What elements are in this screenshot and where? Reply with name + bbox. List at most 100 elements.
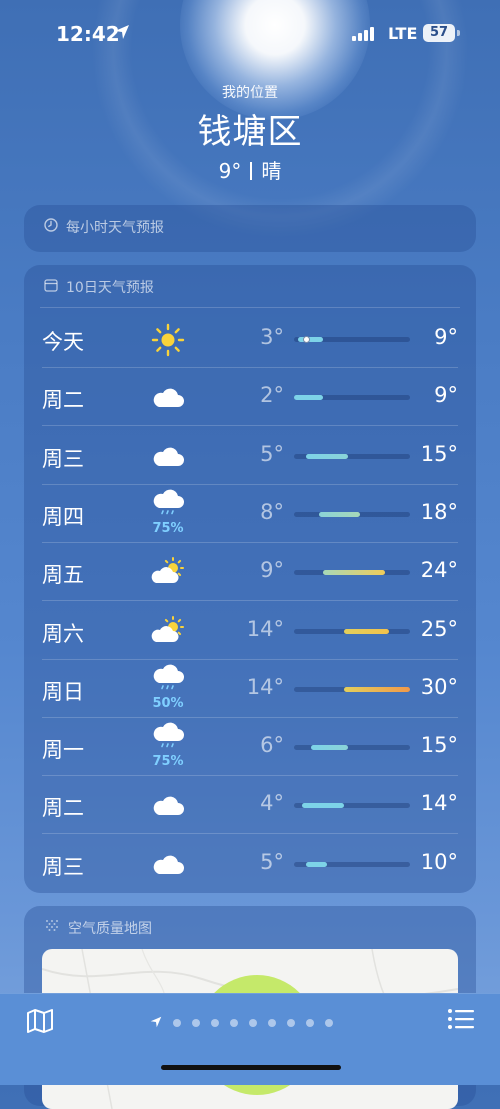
forecast-day: 周日: [42, 679, 84, 704]
low-temp: 2°: [260, 383, 284, 408]
page-dot[interactable]: [268, 1018, 276, 1027]
clock-icon: [44, 218, 58, 236]
temp-range-bar: [323, 570, 386, 576]
temp-range-bar: [343, 628, 390, 634]
temp-range-bar: [298, 337, 323, 342]
low-temp: 3°: [260, 325, 284, 349]
cloud-icon: [148, 786, 188, 826]
cloud-icon: [148, 845, 188, 885]
partly-cloudy-icon: [148, 553, 188, 593]
temp-range-bar: [306, 453, 348, 459]
forecast-row[interactable]: 周四 75% 8° 18°: [24, 485, 476, 543]
location-header: 我的位置 钱塘区 9° 晴: [0, 82, 500, 184]
low-temp: 14°: [246, 616, 284, 641]
temp-range-bar: [302, 803, 344, 809]
city-name: 钱塘区: [197, 112, 303, 152]
list-icon[interactable]: [447, 1008, 475, 1034]
precip-chance: 75%: [152, 754, 184, 770]
temp-range-track: [294, 861, 410, 867]
home-indicator[interactable]: [161, 1065, 341, 1070]
forecast-row[interactable]: 周六 14° 25°: [24, 602, 476, 660]
forecast-day: 周二: [42, 388, 84, 413]
page-dot[interactable]: [287, 1018, 295, 1027]
daily-card-title: 10日天气预报: [66, 280, 154, 296]
hourly-card-title: 每小时天气预报: [66, 220, 164, 236]
page-dot[interactable]: [230, 1018, 238, 1027]
aq-card-header: 空气质量地图: [44, 918, 152, 938]
current-temp: 9°: [218, 159, 242, 183]
forecast-row[interactable]: 周日 50% 14° 30°: [24, 660, 476, 718]
temp-range-track: [294, 511, 410, 517]
status-time: 12:42: [56, 22, 120, 46]
aq-card-title: 空气质量地图: [68, 921, 152, 937]
calendar-icon: [44, 278, 58, 296]
sun-icon: [148, 320, 188, 360]
temp-range-bar: [306, 861, 328, 867]
temp-range-track: [294, 336, 410, 343]
precip-chance: 50%: [152, 695, 184, 711]
forecast-row[interactable]: 周二 4° 14°: [24, 776, 476, 835]
network-type: LTE: [388, 24, 418, 43]
battery-cap: [457, 30, 460, 36]
signal-icon: [352, 26, 378, 45]
current-condition: 晴: [261, 159, 282, 183]
page-indicator[interactable]: [150, 1013, 333, 1032]
temp-range-bar: [343, 686, 410, 692]
low-temp: 8°: [260, 499, 284, 524]
page-dot[interactable]: [173, 1018, 181, 1027]
page-dot[interactable]: [325, 1018, 333, 1027]
air-quality-icon: [44, 918, 60, 938]
location-arrow-icon: [114, 24, 130, 44]
forecast-day: 周一: [42, 738, 84, 763]
temp-range-bar: [318, 511, 361, 517]
temp-range-bar: [310, 745, 348, 751]
current-temp-dot: [302, 336, 310, 343]
location-arrow-icon: [150, 1013, 162, 1032]
high-temp: 15°: [420, 733, 458, 758]
low-temp: 4°: [260, 791, 284, 816]
forecast-day: 今天: [42, 330, 84, 354]
high-temp: 18°: [420, 499, 458, 524]
forecast-day: 周五: [42, 563, 84, 588]
forecast-row[interactable]: 周二 2° 9°: [24, 368, 476, 427]
temp-range-track: [294, 453, 410, 459]
high-temp: 15°: [420, 441, 458, 466]
forecast-row[interactable]: 周五 9° 24°: [24, 543, 476, 602]
forecast-row[interactable]: 今天 3° 9°: [24, 310, 476, 368]
page-dot[interactable]: [211, 1018, 219, 1027]
low-temp: 6°: [260, 733, 284, 758]
high-temp: 10°: [420, 849, 458, 874]
high-temp: 25°: [420, 616, 458, 641]
high-temp: 30°: [420, 674, 458, 699]
high-temp: 9°: [434, 383, 458, 408]
my-location-label: 我的位置: [222, 85, 278, 101]
low-temp: 14°: [246, 674, 284, 699]
map-icon[interactable]: [26, 1008, 54, 1038]
low-temp: 5°: [260, 849, 284, 874]
temp-range-track: [294, 803, 410, 809]
hourly-card-header: 每小时天气预报: [44, 217, 164, 237]
forecast-row[interactable]: 周一 75% 6° 15°: [24, 718, 476, 777]
temp-range-track: [294, 686, 410, 692]
forecast-row[interactable]: 周三 5° 15°: [24, 427, 476, 485]
partly-cloudy-icon: [148, 612, 188, 652]
summary-separator: [250, 162, 253, 180]
page-dot[interactable]: [306, 1018, 314, 1027]
hourly-forecast-card[interactable]: 每小时天气预报: [24, 205, 476, 252]
ten-day-forecast-card[interactable]: 10日天气预报 今天 3° 9° 周二 2° 9° 周三 5° 15° 周四 75% 8° 18° 周五 9…: [24, 265, 476, 893]
temp-range-track: [294, 570, 410, 576]
page-dot[interactable]: [192, 1018, 200, 1027]
daily-card-divider: [40, 307, 460, 308]
forecast-row[interactable]: 周三 5° 10°: [24, 835, 476, 893]
forecast-day: 周六: [42, 621, 84, 646]
temp-range-track: [294, 628, 410, 634]
battery-icon: 57: [423, 24, 455, 42]
forecast-day: 周四: [42, 504, 84, 529]
current-summary: 9° 晴: [0, 155, 500, 184]
daily-card-header: 10日天气预报: [44, 277, 154, 297]
page-dot[interactable]: [249, 1018, 257, 1027]
forecast-day: 周三: [42, 854, 84, 879]
low-temp: 9°: [260, 558, 284, 583]
high-temp: 24°: [420, 558, 458, 583]
forecast-day: 周二: [42, 796, 84, 821]
